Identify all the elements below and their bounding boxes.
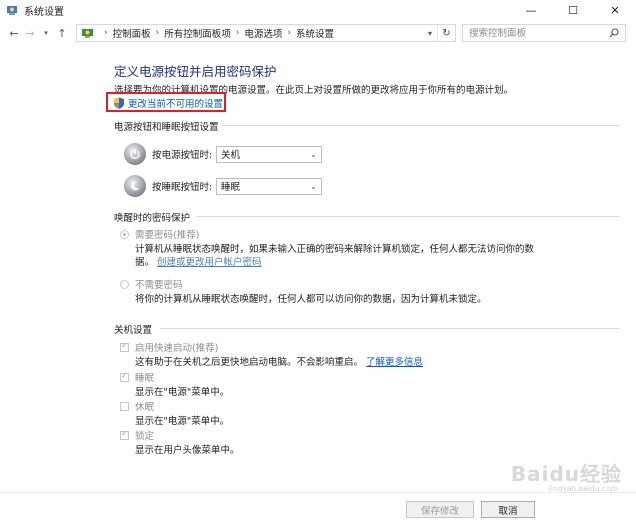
breadcrumb-power-options[interactable]: 电源选项 [244, 26, 282, 40]
sleep-button-icon [124, 175, 146, 197]
window-controls: — ☐ ✕ [510, 0, 636, 20]
no-password-option[interactable]: 不需要密码 [120, 277, 183, 291]
power-button-select[interactable]: 关机 ⌄ [216, 145, 322, 163]
address-dropdown-icon[interactable]: ▾ [423, 29, 437, 38]
hibernate-label: 休眠 [135, 402, 155, 413]
recent-dropdown-icon[interactable]: ▾ [38, 24, 54, 42]
change-unavailable-settings-link[interactable]: 更改当前不可用的设置 [113, 96, 223, 110]
require-password-description-wrap: 据。 创建或更改用户帐户密码 [135, 254, 262, 268]
breadcrumb-control-panel[interactable]: 控制面板 [113, 26, 151, 40]
sleep-button-label: 按睡眠按钮时: [152, 182, 213, 193]
section-divider [196, 216, 620, 217]
minimize-icon[interactable]: — [510, 0, 552, 20]
sleep-option[interactable]: 睡眠 [120, 370, 154, 384]
no-password-label: 不需要密码 [135, 280, 183, 291]
forward-arrow-icon[interactable]: → [22, 24, 38, 42]
lock-description: 显示在用户头像菜单中。 [135, 445, 240, 456]
page-heading: 定义电源按钮并启用密码保护 [114, 64, 277, 79]
breadcrumb-all-items[interactable]: 所有控制面板项 [164, 26, 231, 40]
require-password-description-end: 据。 [135, 257, 155, 268]
power-button-row: 按电源按钮时: 关机 ⌄ [124, 143, 322, 165]
title-bar: 系统设置 — ☐ ✕ [0, 0, 636, 20]
control-panel-icon [81, 26, 95, 40]
search-input[interactable] [469, 27, 603, 39]
fast-startup-description: 这有助于在关机之后更快地启动电脑。不会影响重启。 [135, 357, 364, 368]
section-divider [160, 328, 620, 329]
save-changes-button[interactable]: 保存修改 [406, 501, 474, 518]
sleep-button-row: 按睡眠按钮时: 睡眠 ⌄ [124, 175, 322, 197]
require-password-description: 计算机从睡眠状态唤醒时，如果未输入正确的密码来解除计算机锁定，任何人都无法访问你… [135, 244, 535, 255]
cancel-button[interactable]: 取消 [481, 501, 535, 518]
close-icon[interactable]: ✕ [594, 0, 636, 20]
sleep-checkbox[interactable] [120, 371, 129, 382]
hibernate-checkbox[interactable] [120, 401, 129, 411]
search-box[interactable] [462, 24, 626, 42]
breadcrumb-separator-icon: › [235, 28, 240, 38]
chevron-down-icon: ⌄ [310, 181, 317, 191]
fast-startup-label: 启用快速启动(推荐) [135, 343, 219, 354]
address-bar[interactable]: › 控制面板 › 所有控制面板项 › 电源选项 › 系统设置 ▾ ↻ [76, 24, 456, 42]
baidu-watermark: Baidu经验 jingyan.baidu.com [510, 458, 622, 493]
require-password-option[interactable]: 需要密码(推荐) [120, 227, 199, 241]
no-password-description: 将你的计算机从睡眠状态唤醒时，任何人都可以访问你的数据，因为计算机未锁定。 [135, 294, 487, 305]
fast-startup-option[interactable]: 启用快速启动(推荐) [120, 340, 218, 354]
power-button-label: 按电源按钮时: [152, 150, 213, 161]
hibernate-description: 显示在"电源"菜单中。 [135, 416, 230, 427]
fast-startup-description-row: 这有助于在关机之后更快地启动电脑。不会影响重启。 了解更多信息 [135, 354, 423, 368]
control-panel-icon [6, 4, 18, 16]
back-arrow-icon[interactable]: ← [6, 24, 22, 42]
hibernate-option[interactable]: 休眠 [120, 399, 154, 413]
learn-more-link[interactable]: 了解更多信息 [366, 357, 423, 368]
breadcrumb-system-settings[interactable]: 系统设置 [296, 26, 334, 40]
search-icon[interactable] [609, 28, 619, 38]
require-password-radio[interactable] [120, 229, 129, 239]
sleep-button-select[interactable]: 睡眠 ⌄ [216, 177, 322, 195]
section-title-shutdown: 关机设置 [114, 325, 153, 336]
breadcrumb-separator-icon: › [104, 28, 108, 38]
navigation-bar: ← → ▾ ↑ › 控制面板 › 所有控制面板项 › 电源选项 › 系统设置 ▾… [0, 22, 636, 44]
no-password-radio[interactable] [120, 279, 129, 289]
fast-startup-checkbox[interactable] [120, 341, 129, 352]
footer-divider [0, 492, 636, 493]
create-password-link[interactable]: 创建或更改用户帐户密码 [157, 257, 262, 268]
breadcrumb-separator-icon: › [287, 28, 291, 38]
section-title-power-buttons: 电源按钮和睡眠按钮设置 [114, 122, 219, 133]
change-link-label[interactable]: 更改当前不可用的设置 [128, 96, 223, 110]
section-divider [222, 125, 620, 126]
maximize-icon[interactable]: ☐ [552, 0, 594, 20]
chevron-down-icon: ⌄ [310, 149, 317, 159]
lock-option[interactable]: 锁定 [120, 428, 154, 442]
breadcrumb-separator-icon: › [155, 28, 160, 38]
sleep-description: 显示在"电源"菜单中。 [135, 387, 230, 398]
require-password-label: 需要密码(推荐) [135, 230, 200, 241]
window-title: 系统设置 [24, 6, 64, 18]
sleep-label: 睡眠 [135, 373, 155, 384]
power-button-value: 关机 [221, 150, 241, 161]
up-arrow-icon[interactable]: ↑ [54, 24, 70, 42]
power-button-icon [124, 143, 146, 165]
uac-shield-icon [114, 97, 124, 109]
lock-checkbox[interactable] [120, 429, 129, 440]
section-title-wake-password: 唤醒时的密码保护 [114, 213, 191, 224]
watermark-brand: Baidu经验 [510, 462, 622, 486]
sleep-button-value: 睡眠 [221, 182, 241, 193]
refresh-icon[interactable]: ↻ [437, 25, 455, 41]
lock-label: 锁定 [135, 431, 155, 442]
